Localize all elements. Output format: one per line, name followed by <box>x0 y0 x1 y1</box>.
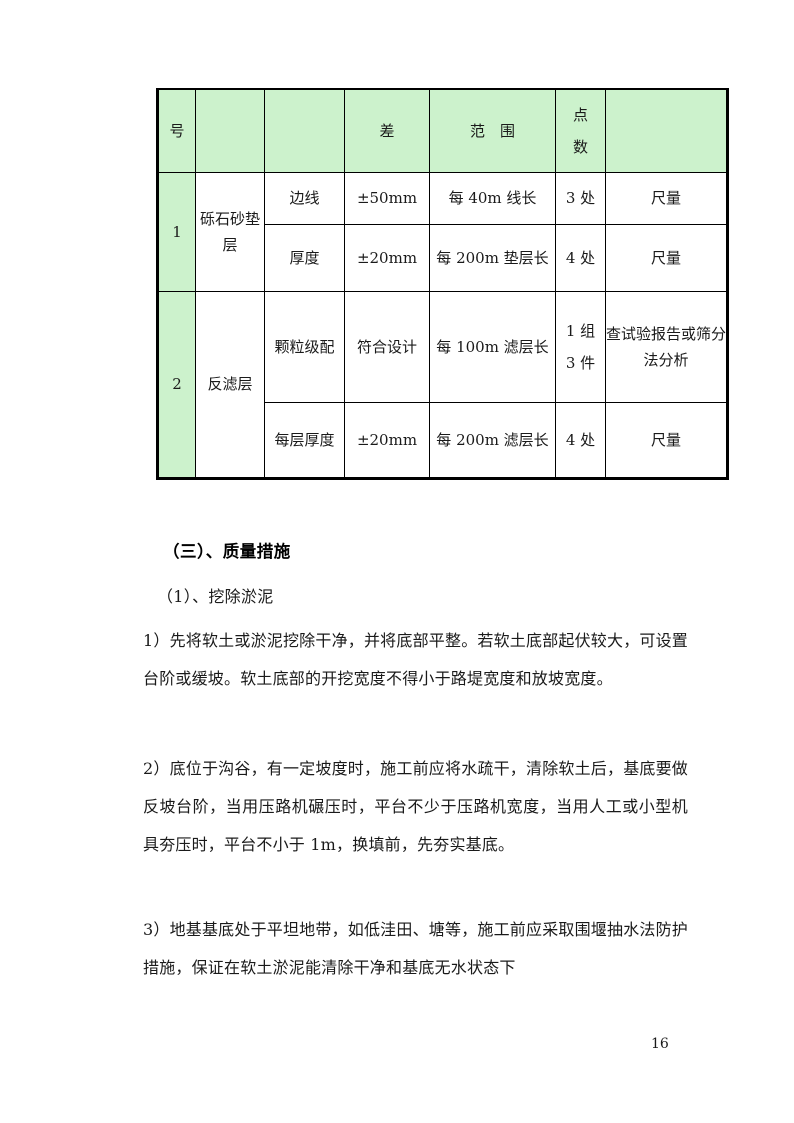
cell-points-line1: 1 组 <box>565 321 596 340</box>
row-item-2: 反滤层 <box>195 291 265 479</box>
paragraph-1: 1）先将软土或淤泥挖除干净，并将底部平整。若软土底部起伏较大，可设置台阶或缓坡。… <box>143 631 688 688</box>
cell-points-line2: 3 件 <box>565 354 596 372</box>
header-points-line1: 点 <box>572 105 588 124</box>
cell-check-item: 每层厚度 <box>264 402 345 479</box>
header-cell-item <box>195 88 265 173</box>
cell-scope: 每 40m 线长 <box>429 172 556 225</box>
row-number-1: 1 <box>157 172 196 292</box>
cell-check-item: 厚度 <box>264 224 345 292</box>
cell-method: 查试验报告或筛分法分析 <box>605 291 728 403</box>
cell-method: 尺量 <box>605 172 728 225</box>
cell-check-item: 边线 <box>264 172 345 225</box>
paragraph-3: 3）地基基底处于平坦地带，如低洼田、塘等，施工前应采取围堰抽水法防护措施，保证在… <box>143 920 688 977</box>
header-cell-method <box>605 88 728 173</box>
header-points-line2: 数 <box>572 138 588 156</box>
row-item-1: 砾石砂垫层 <box>195 172 265 292</box>
cell-method: 尺量 <box>605 224 728 292</box>
cell-tolerance: 符合设计 <box>344 291 430 403</box>
document-page: 号 差 范 围 点 数 1 砾石砂垫层 边线 ±50mm 每 40m 线长 3 … <box>0 0 794 1123</box>
quality-spec-table-wrapper: 号 差 范 围 点 数 1 砾石砂垫层 边线 ±50mm 每 40m 线长 3 … <box>156 88 729 480</box>
page-number: 16 <box>651 1036 669 1052</box>
cell-method: 尺量 <box>605 402 728 479</box>
header-cell-scope: 范 围 <box>429 88 556 173</box>
cell-tolerance: ±50mm <box>344 172 430 225</box>
section-heading: （三）、质量措施 <box>163 542 291 561</box>
cell-scope: 每 200m 垫层长 <box>429 224 556 292</box>
header-cell-check-item <box>264 88 345 173</box>
paragraph-2: 2）底位于沟谷，有一定坡度时，施工前应将水疏干，清除软土后，基底要做反坡台阶，当… <box>143 759 688 854</box>
table-row: 1 砾石砂垫层 边线 ±50mm 每 40m 线长 3 处 尺量 <box>157 172 728 292</box>
table-header-row: 号 差 范 围 点 数 <box>157 88 728 173</box>
row-number-2: 2 <box>157 291 196 479</box>
cell-scope: 每 200m 滤层长 <box>429 402 556 479</box>
cell-points: 3 处 <box>555 172 606 225</box>
table-row: 2 反滤层 颗粒级配 符合设计 每 100m 滤层长 1 组 3 件 查试验报告… <box>157 291 728 479</box>
quality-spec-table: 号 差 范 围 点 数 1 砾石砂垫层 边线 ±50mm 每 40m 线长 3 … <box>156 88 729 480</box>
cell-check-item: 颗粒级配 <box>264 291 345 403</box>
cell-points: 4 处 <box>555 224 606 292</box>
cell-tolerance: ±20mm <box>344 402 430 479</box>
cell-points: 1 组 3 件 <box>555 291 606 403</box>
subsection-heading: （1）、挖除淤泥 <box>157 587 274 606</box>
cell-scope: 每 100m 滤层长 <box>429 291 556 403</box>
header-cell-no: 号 <box>157 88 196 173</box>
cell-tolerance: ±20mm <box>344 224 430 292</box>
header-cell-tolerance: 差 <box>344 88 430 173</box>
cell-points: 4 处 <box>555 402 606 479</box>
header-cell-points: 点 数 <box>555 88 606 173</box>
